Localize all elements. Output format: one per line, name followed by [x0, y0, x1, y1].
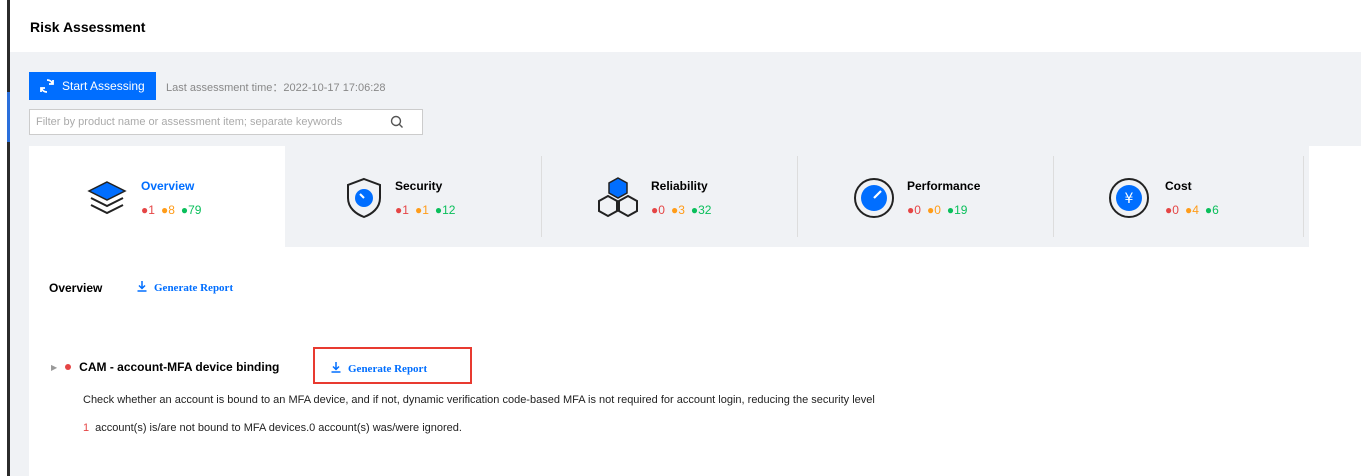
category-tabs: Overview ●1 ●8 ●79 Security ●1 ●1 ●12 Re…	[29, 146, 1361, 247]
expand-caret-icon[interactable]: ▶	[51, 363, 57, 372]
search-icon[interactable]	[390, 115, 404, 132]
tab-cost[interactable]: ¥ Cost ●0 ●4 ●6	[1053, 146, 1309, 247]
search-input[interactable]	[36, 116, 386, 128]
tab-security-counts: ●1 ●1 ●12	[395, 203, 456, 217]
item-generate-report-link[interactable]: Generate Report	[330, 361, 427, 376]
tab-reliability[interactable]: Reliability ●0 ●3 ●32	[541, 146, 797, 247]
start-assessing-button[interactable]: Start Assessing	[29, 72, 156, 100]
assessment-item-stat: 1 account(s) is/are not bound to MFA devi…	[83, 422, 462, 434]
tab-performance[interactable]: Performance ●0 ●0 ●19	[797, 146, 1053, 247]
gauge-icon	[850, 174, 898, 222]
svg-text:¥: ¥	[1125, 191, 1134, 207]
assessment-item-title: CAM - account-MFA device binding	[79, 360, 280, 374]
overview-section-title: Overview	[49, 281, 103, 295]
assessment-item-header[interactable]: ▶ CAM - account-MFA device binding	[51, 360, 279, 374]
tab-overview[interactable]: Overview ●1 ●8 ●79	[29, 146, 285, 247]
tab-reliability-counts: ●0 ●3 ●32	[651, 203, 712, 217]
stat-text: account(s) is/are not bound to MFA devic…	[95, 422, 462, 434]
yen-icon: ¥	[1105, 174, 1153, 222]
tab-security-label: Security	[395, 179, 443, 193]
download-icon	[330, 361, 342, 376]
overview-panel: Overview Generate Report ▶ CAM - account…	[29, 247, 1361, 476]
download-icon	[136, 280, 148, 295]
start-assessing-label: Start Assessing	[62, 79, 145, 93]
tab-separator	[541, 156, 542, 237]
page-title: Risk Assessment	[30, 19, 146, 35]
tab-performance-counts: ●0 ●0 ●19	[907, 203, 968, 217]
last-assessment-time: Last assessment time：2022-10-17 17:06:28	[166, 82, 386, 94]
high-risk-dot	[65, 364, 72, 370]
unbound-count: 1	[83, 422, 90, 434]
tab-separator	[797, 156, 798, 237]
tab-cost-label: Cost	[1165, 179, 1192, 193]
generate-report-link[interactable]: Generate Report	[136, 280, 233, 295]
tab-overview-counts: ●1 ●8 ●79	[141, 203, 202, 217]
tab-security[interactable]: Security ●1 ●1 ●12	[285, 146, 541, 247]
shield-icon	[340, 174, 388, 222]
tab-performance-label: Performance	[907, 179, 981, 193]
tab-separator	[1303, 156, 1304, 237]
tab-reliability-label: Reliability	[651, 179, 708, 193]
tab-separator	[1053, 156, 1054, 237]
search-box[interactable]	[29, 109, 423, 135]
tab-cost-counts: ●0 ●4 ●6	[1165, 203, 1219, 217]
item-generate-report-label: Generate Report	[348, 362, 428, 375]
cubes-icon	[594, 174, 642, 222]
layers-icon	[83, 174, 131, 222]
tab-overview-label: Overview	[141, 179, 195, 193]
refresh-icon	[39, 78, 55, 94]
left-edge-bar	[0, 0, 10, 476]
page-header: Risk Assessment	[10, 0, 1361, 52]
generate-report-label: Generate Report	[154, 281, 234, 294]
assessment-item-description: Check whether an account is bound to an …	[83, 394, 875, 406]
